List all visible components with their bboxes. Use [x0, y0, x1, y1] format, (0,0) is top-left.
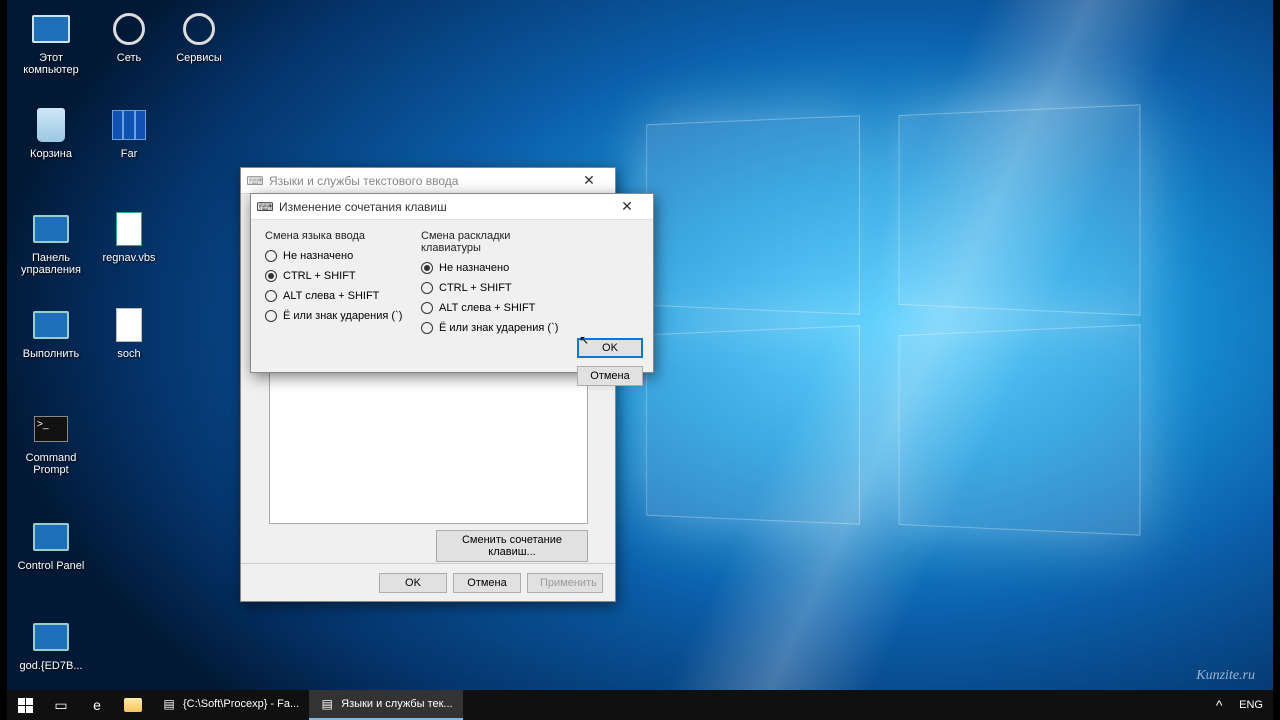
desktop-icon[interactable]: Корзина	[15, 104, 87, 160]
group-label-keyboard-layout: Смена раскладки клавиатуры	[421, 230, 573, 254]
input-language-option[interactable]: Ё или знак ударения (`)	[265, 310, 415, 322]
icon-label: regnav.vbs	[93, 252, 165, 264]
desktop-icon[interactable]: Control Panel	[15, 516, 87, 572]
icon-label: Сеть	[93, 52, 165, 64]
ok-button[interactable]: OK	[379, 573, 447, 593]
icon-label: Выполнить	[15, 348, 87, 360]
cancel-button[interactable]: Отмена	[577, 366, 643, 386]
desktop-icon[interactable]: soch	[93, 304, 165, 360]
radio-label: ALT слева + SHIFT	[283, 290, 379, 302]
keyboard-layout-option[interactable]: CTRL + SHIFT	[421, 282, 573, 294]
cancel-button[interactable]: Отмена	[453, 573, 521, 593]
input-language-option[interactable]: Не назначено	[265, 250, 415, 262]
radio-icon	[265, 270, 277, 282]
cp-icon	[30, 516, 72, 558]
language-indicator[interactable]: ENG	[1239, 699, 1263, 711]
desktop: Этот компьютер СетьСервисы Корзина Far Панел…	[7, 0, 1273, 720]
keyboard-icon: ⌨	[247, 173, 263, 189]
icon-label: Корзина	[15, 148, 87, 160]
bin-icon	[30, 104, 72, 146]
change-hotkey-button[interactable]: Сменить сочетание клавиш...	[436, 530, 588, 562]
monitor-icon	[30, 8, 72, 50]
desktop-icon[interactable]: Панель управления	[15, 208, 87, 276]
desktop-icon[interactable]: Сервисы	[163, 8, 235, 64]
desktop-icon[interactable]: Выполнить	[15, 304, 87, 360]
icon-label: soch	[93, 348, 165, 360]
file-explorer-icon[interactable]	[115, 690, 151, 720]
dialog-title: Изменение сочетания клавиш	[279, 200, 447, 214]
desktop-icon[interactable]: Этот компьютер	[15, 8, 87, 76]
radio-icon	[265, 290, 277, 302]
desktop-icon[interactable]: regnav.vbs	[93, 208, 165, 264]
radio-label: CTRL + SHIFT	[283, 270, 356, 282]
dialog-title: Языки и службы текстового ввода	[269, 174, 458, 188]
taskbar-task[interactable]: ▤ Языки и службы тек...	[309, 690, 462, 720]
desktop-icon[interactable]: Сеть	[93, 8, 165, 64]
icon-label: Far	[93, 148, 165, 160]
desktop-icon[interactable]: >_Command Prompt	[15, 408, 87, 476]
desktop-icon[interactable]: god.{ED7B...	[15, 616, 87, 672]
icon-label: Этот компьютер	[15, 52, 87, 76]
radio-label: ALT слева + SHIFT	[439, 302, 535, 314]
hotkey-listbox[interactable]	[269, 369, 588, 524]
radio-icon	[265, 310, 277, 322]
keyboard-layout-option[interactable]: ALT слева + SHIFT	[421, 302, 573, 314]
radio-icon	[421, 282, 433, 294]
icon-label: Панель управления	[15, 252, 87, 276]
windows-logo-wallpaper	[633, 120, 1153, 540]
icon-label: Control Panel	[15, 560, 87, 572]
keyboard-icon: ⌨	[257, 199, 273, 215]
radio-icon	[265, 250, 277, 262]
watermark: Kunzite.ru	[1196, 668, 1255, 684]
radio-label: Не назначено	[283, 250, 353, 262]
change-hotkey-dialog: ⌨ Изменение сочетания клавиш ✕ Смена язы…	[250, 193, 654, 373]
cp-icon	[30, 208, 72, 250]
icon-label: Сервисы	[163, 52, 235, 64]
cmd-icon: >_	[30, 408, 72, 450]
far-icon	[108, 104, 150, 146]
icon-label: Command Prompt	[15, 452, 87, 476]
start-button[interactable]	[7, 690, 43, 720]
radio-label: CTRL + SHIFT	[439, 282, 512, 294]
cp-icon	[30, 304, 72, 346]
radio-label: Ё или знак ударения (`)	[283, 310, 402, 322]
ok-button[interactable]: OK	[577, 338, 643, 358]
group-label-input-language: Смена языка ввода	[265, 230, 415, 242]
app-icon: ▤	[319, 696, 335, 712]
taskbar: ▭ e ▤ {C:\Soft\Procexp} - Fa... ▤ Языки и с…	[7, 690, 1273, 720]
tray-chevron-up-icon[interactable]: ^	[1209, 690, 1229, 720]
keyboard-layout-option[interactable]: Ё или знак ударения (`)	[421, 322, 573, 334]
radio-icon	[421, 322, 433, 334]
doc-icon	[108, 304, 150, 346]
radio-icon	[421, 262, 433, 274]
task-label: Языки и службы тек...	[341, 698, 452, 710]
gear-icon	[178, 8, 220, 50]
gear-icon	[108, 8, 150, 50]
dialog-titlebar[interactable]: ⌨ Языки и службы текстового ввода ✕	[241, 168, 615, 194]
input-language-option[interactable]: ALT слева + SHIFT	[265, 290, 415, 302]
script-icon	[108, 208, 150, 250]
icon-label: god.{ED7B...	[15, 660, 87, 672]
radio-label: Ё или знак ударения (`)	[439, 322, 558, 334]
cp-icon	[30, 616, 72, 658]
apply-button: Применить	[527, 573, 603, 593]
close-button[interactable]: ✕	[569, 169, 609, 193]
app-icon: ▤	[161, 696, 177, 712]
dialog-titlebar[interactable]: ⌨ Изменение сочетания клавиш ✕	[251, 194, 653, 220]
system-tray: ^ ENG	[1199, 690, 1273, 720]
task-view-button[interactable]: ▭	[43, 690, 79, 720]
task-label: {C:\Soft\Procexp} - Fa...	[183, 698, 299, 710]
close-button[interactable]: ✕	[607, 195, 647, 219]
desktop-icon[interactable]: Far	[93, 104, 165, 160]
radio-icon	[421, 302, 433, 314]
radio-label: Не назначено	[439, 262, 509, 274]
edge-icon[interactable]: e	[79, 690, 115, 720]
taskbar-task[interactable]: ▤ {C:\Soft\Procexp} - Fa...	[151, 690, 309, 720]
keyboard-layout-option[interactable]: Не назначено	[421, 262, 573, 274]
input-language-option[interactable]: CTRL + SHIFT	[265, 270, 415, 282]
